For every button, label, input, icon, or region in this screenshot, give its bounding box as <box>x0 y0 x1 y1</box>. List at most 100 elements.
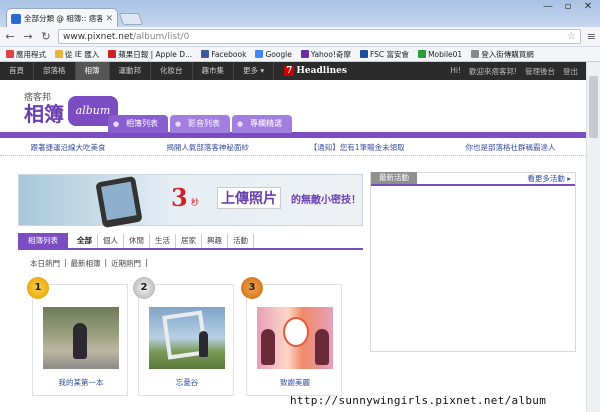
admin-link[interactable]: 管理後台 <box>525 66 555 77</box>
bookmark-item[interactable]: Mobile01 <box>418 50 462 59</box>
bookmark-icon <box>6 50 14 58</box>
url-domain: www.pixnet.net <box>63 31 134 42</box>
nav-item-blog[interactable]: 部落格 <box>34 62 76 80</box>
user-links: Hi! 歡迎來痞客邦! 管理後台 登出 <box>450 66 586 77</box>
bookmark-label: 蘋果日報 | Apple D... <box>118 49 193 59</box>
more-events-link[interactable]: 看更多活動 ▸ <box>527 173 575 184</box>
bookmark-label: Mobile01 <box>428 49 463 59</box>
tab-category-all[interactable]: 全部 <box>72 234 98 248</box>
address-bar[interactable]: www.pixnet.net/album/list/0 ☆ <box>58 29 581 44</box>
album-caption[interactable]: 忘憂谷 <box>139 377 235 388</box>
bookmark-item[interactable]: 應用程式 <box>6 49 46 60</box>
panel-header: 最新活動 看更多活動 ▸ <box>371 172 575 186</box>
maximize-icon[interactable]: ▫ <box>560 1 576 12</box>
bookmark-star-icon[interactable]: ☆ <box>567 31 576 42</box>
bookmark-item[interactable]: Facebook <box>201 50 246 59</box>
announcement-link[interactable]: 你也是部落格社群稱霸達人 <box>466 142 556 155</box>
bookmark-icon <box>108 50 117 58</box>
banner-tagline: 的無敵小密技！ <box>291 195 361 206</box>
bookmark-item[interactable]: 從 IE 匯入 <box>55 49 99 60</box>
bookmark-label: Facebook <box>211 49 247 59</box>
announcement-link[interactable]: 【通知】您有1筆贈金未領取 <box>310 142 405 155</box>
scroll-thumb[interactable] <box>589 76 598 138</box>
latest-events-panel: 最新活動 看更多活動 ▸ <box>370 172 576 352</box>
album-card[interactable]: 2 忘憂谷 <box>133 277 235 396</box>
headlines-link[interactable]: 7 Headlines <box>274 66 347 76</box>
album-thumbnail[interactable] <box>149 307 225 369</box>
pixnet-favicon-icon <box>11 13 21 24</box>
url-path: /album/list/0 <box>133 31 190 42</box>
album-caption[interactable]: 我的某第一本 <box>33 377 129 388</box>
nav-item-market[interactable]: 趣市集 <box>193 62 234 80</box>
back-icon[interactable]: ← <box>4 30 16 43</box>
tab-title: 全部分類 @ 相簿:: 痞客邦 <box>24 14 103 23</box>
vertical-scrollbar[interactable] <box>586 62 600 412</box>
tab-category-leisure[interactable]: 休閒 <box>124 234 150 248</box>
announcement-bar: 跟著捷運沿線大吃美食 揭開人氣部落客神秘面紗 【通知】您有1筆贈金未領取 你也是… <box>0 142 586 156</box>
tab-category-hobby[interactable]: 興趣 <box>202 234 228 248</box>
tab-category-personal[interactable]: 個人 <box>98 234 124 248</box>
close-tab-icon[interactable]: ✕ <box>105 14 113 24</box>
bookmark-item[interactable]: 蘋果日報 | Apple D... <box>108 49 192 60</box>
tab-category-life[interactable]: 生活 <box>150 234 176 248</box>
nav-item-sports[interactable]: 運動邦 <box>110 62 151 80</box>
album-card[interactable]: 1 我的某第一本 <box>27 277 129 396</box>
person-figure <box>73 323 87 359</box>
album-caption[interactable]: 致謝美麗 <box>247 377 343 388</box>
web-page: 首頁 部落格 相簿 運動邦 化妝台 趣市集 更多 ▾ 7 Headlines Hi… <box>0 62 586 412</box>
album-logo[interactable]: 痞客邦 相簿 album <box>24 90 118 126</box>
banner-number: 3 <box>171 183 188 212</box>
banner-upload-text: 上傳照片 <box>217 187 281 209</box>
bookmark-icon <box>418 50 427 58</box>
forward-icon[interactable]: → <box>22 30 34 43</box>
bookmark-label: Yahoo!奇摩 <box>310 49 351 59</box>
nav-item-home[interactable]: 首頁 <box>0 62 34 80</box>
person-figure <box>261 329 275 365</box>
browser-tab[interactable]: 全部分類 @ 相簿:: 痞客邦 ✕ <box>6 8 118 28</box>
bookmarks-bar: 應用程式 從 IE 匯入 蘋果日報 | Apple D... Facebook Goog… <box>0 47 600 62</box>
tab-album-list[interactable]: 相簿列表 <box>108 115 168 133</box>
minimize-icon[interactable]: — <box>540 1 556 12</box>
logo-big-text: 相簿 <box>24 102 64 126</box>
filter-newest[interactable]: 最新相簿 <box>71 258 101 269</box>
announcement-link[interactable]: 跟著捷運沿線大吃美食 <box>30 142 105 155</box>
tab-category-events[interactable]: 活動 <box>228 234 254 248</box>
album-category-tabs: 相簿列表 全部 個人 休閒 生活 居家 興趣 活動 <box>18 233 363 250</box>
bookmark-icon <box>55 50 63 58</box>
headlines-label: Headlines <box>296 66 347 76</box>
bookmark-icon <box>300 50 309 58</box>
bookmark-item[interactable]: FSC 富安會 <box>359 49 409 60</box>
nav-item-album[interactable]: 相簿 <box>75 62 110 80</box>
bookmark-item[interactable]: 登入街傳購買網 <box>471 49 534 60</box>
watermark-url: http://sunnywingirls.pixnet.net/album <box>290 394 547 407</box>
welcome-text: 歡迎來痞客邦! <box>468 66 517 76</box>
album-card[interactable]: 3 致謝美麗 <box>241 277 343 396</box>
nav-item-makeup[interactable]: 化妝台 <box>151 62 193 80</box>
announcement-link[interactable]: 揭開人氣部落客神秘面紗 <box>166 142 249 155</box>
album-thumbnail[interactable] <box>257 307 333 369</box>
album-list-label: 相簿列表 <box>18 233 68 248</box>
reload-icon[interactable]: ↻ <box>40 30 52 43</box>
section-divider <box>0 132 586 138</box>
rank-badge: 2 <box>133 277 155 299</box>
rank-badge: 3 <box>241 277 263 299</box>
filter-today-hot[interactable]: 本日熱門 <box>30 258 60 269</box>
bookmark-item[interactable]: Yahoo!奇摩 <box>300 49 351 60</box>
greeting: Hi! <box>450 65 461 75</box>
tab-featured[interactable]: 專欄精選 <box>232 115 292 133</box>
bookmark-label: 應用程式 <box>16 49 46 59</box>
album-thumbnail[interactable] <box>43 307 119 369</box>
new-tab-button[interactable] <box>118 13 144 25</box>
tab-category-home[interactable]: 居家 <box>176 234 202 248</box>
logout-link[interactable]: 登出 <box>563 66 578 77</box>
panel-title: 最新活動 <box>371 172 417 184</box>
upload-banner[interactable]: 3 秒 上傳照片 的無敵小密技！ <box>18 174 363 229</box>
nav-item-more[interactable]: 更多 ▾ <box>234 62 275 80</box>
bookmark-item[interactable]: Google <box>255 50 292 59</box>
close-window-icon[interactable]: ✕ <box>580 1 596 12</box>
tab-video-list[interactable]: 影音列表 <box>170 115 230 133</box>
filter-recent-hot[interactable]: 近期熱門 <box>111 258 141 269</box>
chrome-menu-icon[interactable]: ≡ <box>587 30 596 43</box>
headlines-number: 7 <box>284 66 295 76</box>
bookmark-icon <box>255 50 264 58</box>
